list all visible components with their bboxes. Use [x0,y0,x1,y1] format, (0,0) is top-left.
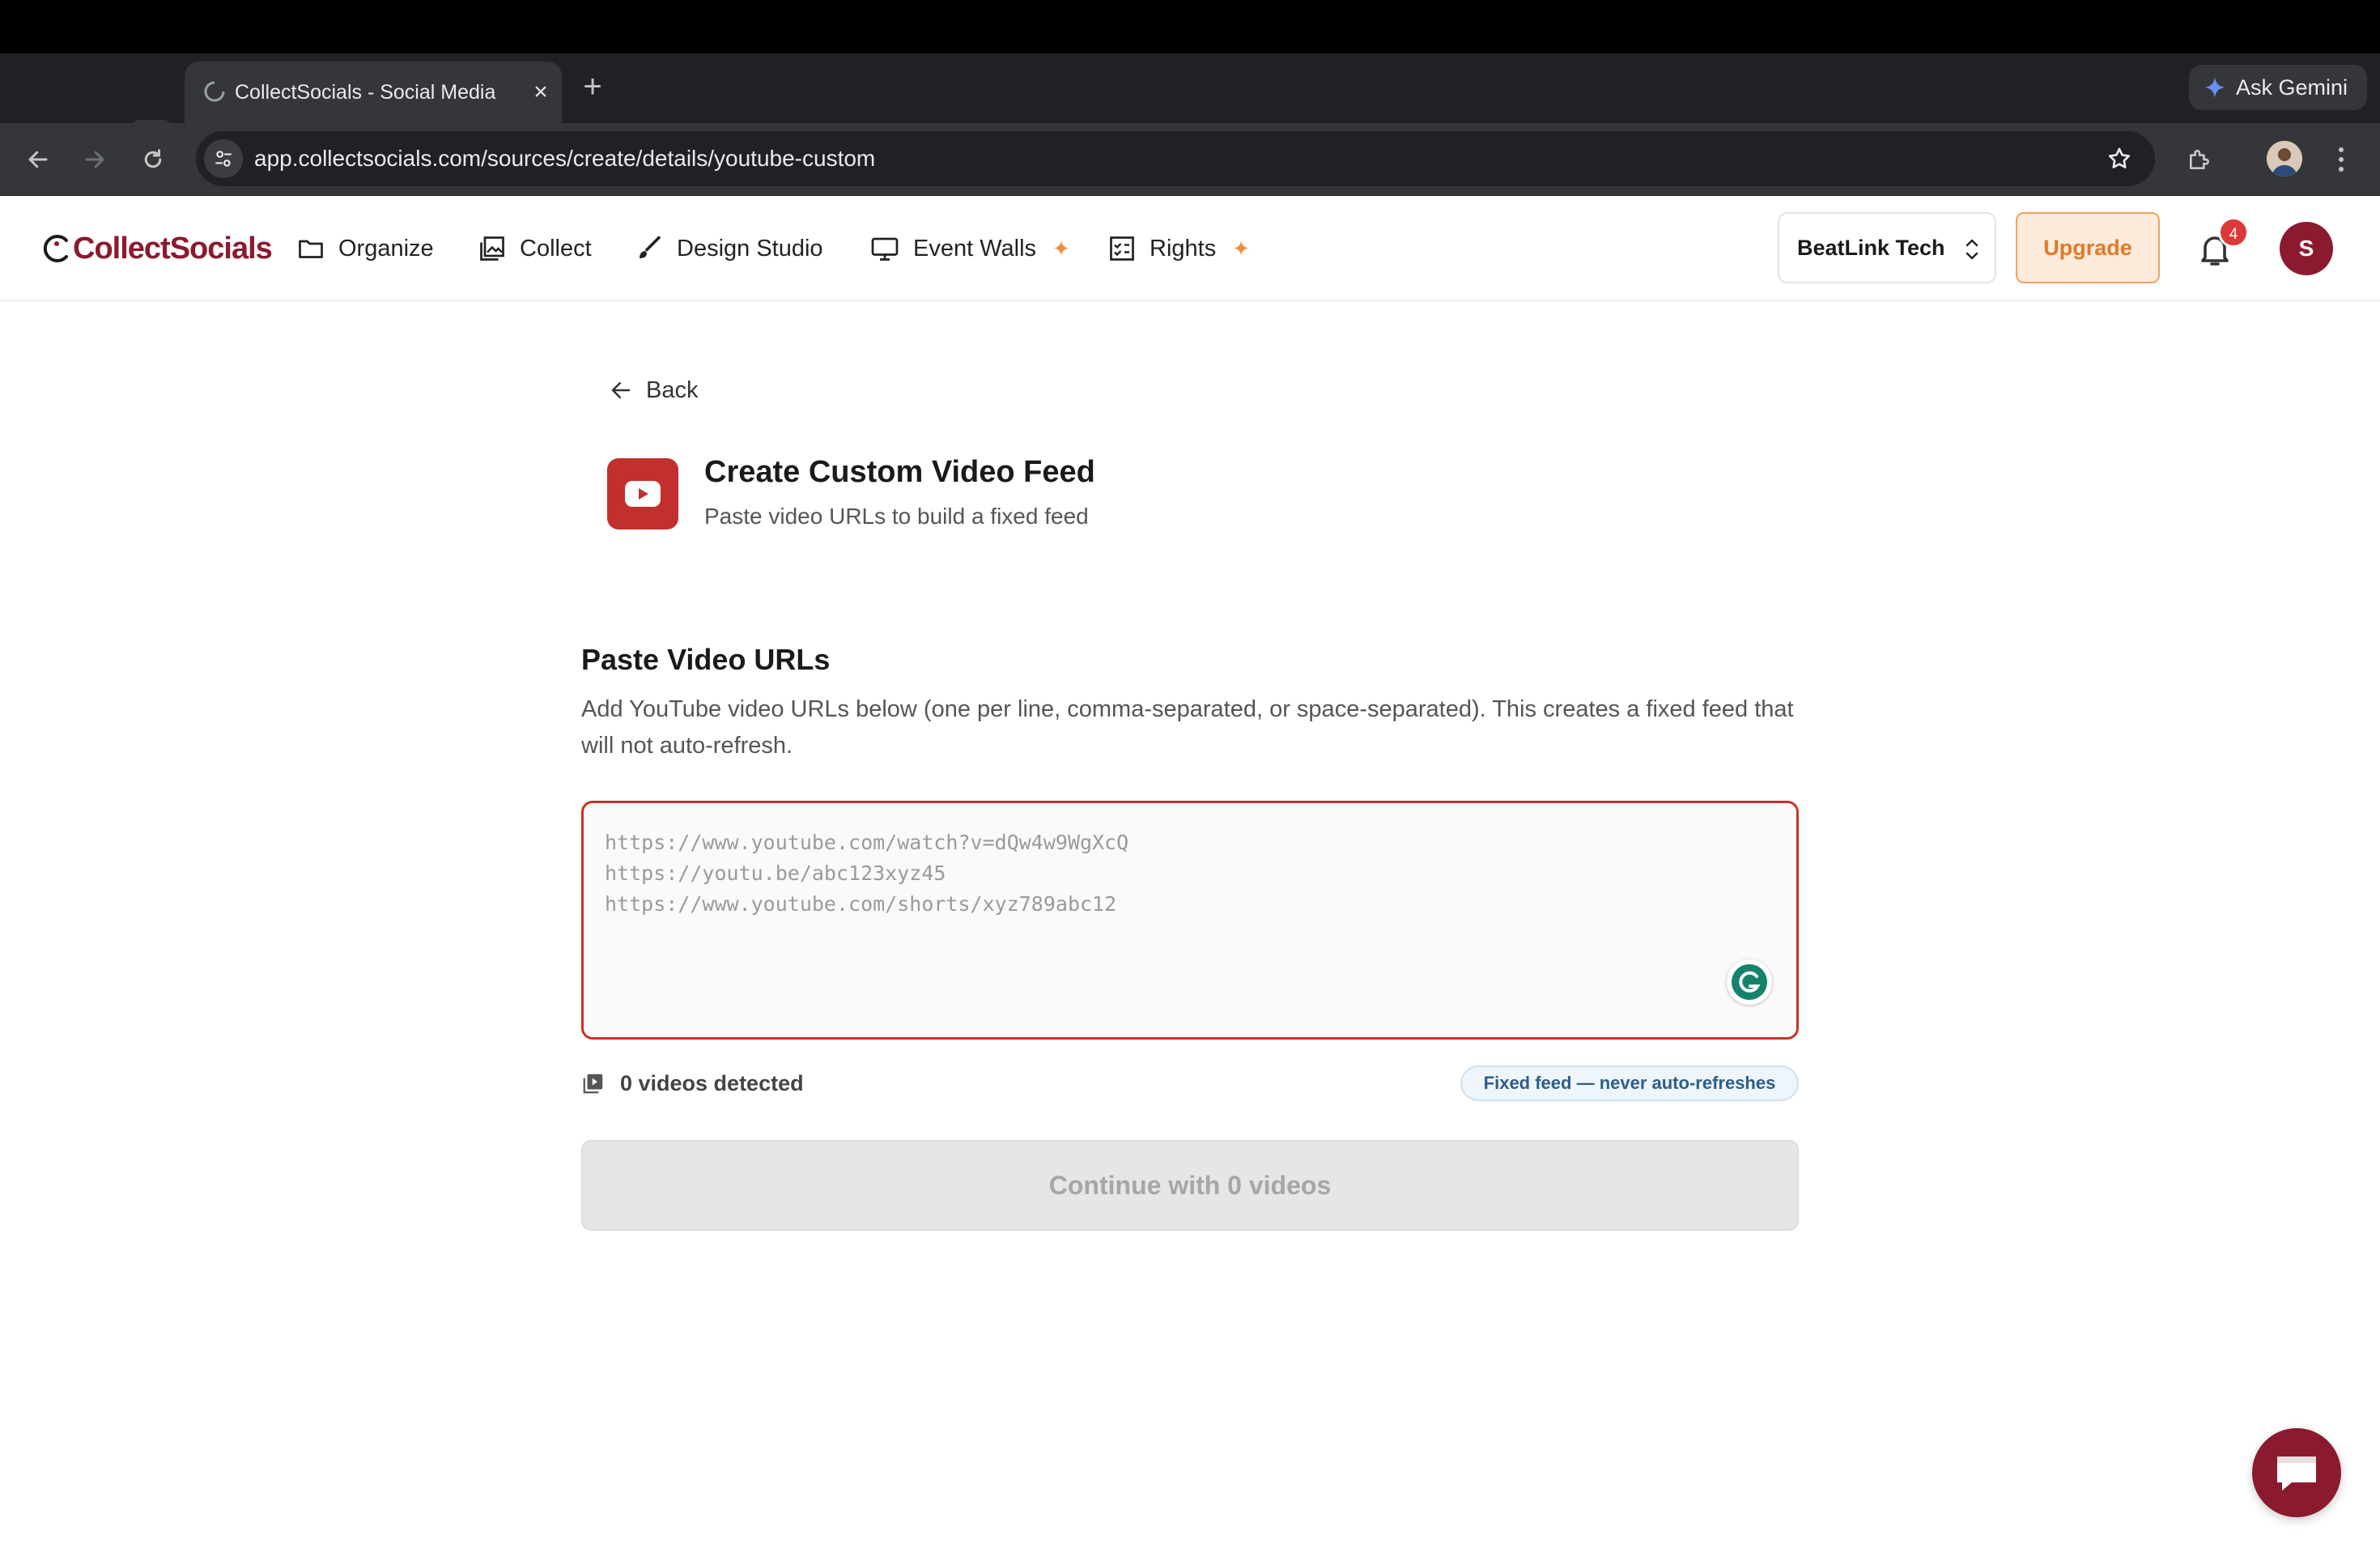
grammarly-icon [1732,964,1767,1000]
nav-organize-label: Organize [338,235,434,262]
nav-event-walls-label: Event Walls [913,235,1037,262]
tab-close-button[interactable]: × [525,76,557,108]
arrow-left-icon [611,382,631,398]
app-header: CollectSocials Organize Collect Design S… [0,196,2380,301]
puzzle-icon [2190,150,2209,169]
star-icon [2108,147,2131,168]
tab-title: CollectSocials - Social Media [235,81,496,104]
nav-collect[interactable]: Collect [478,228,592,269]
collectsocials-logo[interactable]: CollectSocials [40,228,273,269]
video-urls-textarea[interactable]: https://www.youtube.com/watch?v=dQw4w9Wg… [581,801,1799,1040]
user-avatar[interactable]: S [2280,222,2333,275]
fixed-feed-badge: Fixed feed — never auto-refreshes [1460,1065,1799,1101]
continue-button[interactable]: Continue with 0 videos [581,1140,1799,1231]
workspace-selector[interactable]: BeatLink Tech [1778,212,1996,283]
videos-detected-label: 0 videos detected [620,1070,804,1095]
nav-design-studio-label: Design Studio [677,235,823,262]
workspace-name: BeatLink Tech [1797,235,1945,260]
nav-rights[interactable]: Rights ✦ [1107,228,1250,269]
folder-icon [299,240,323,258]
logo-mark-icon [43,235,68,262]
browser-toolbar: app.collectsocials.com/sources/create/de… [0,123,2380,196]
browser-profile-avatar[interactable] [2267,141,2302,176]
ask-gemini-button[interactable]: Ask Gemini [2189,65,2367,110]
notification-count-badge: 4 [2218,217,2249,248]
brush-icon [640,236,661,258]
new-tab-button[interactable]: + [573,68,612,107]
nav-design-studio[interactable]: Design Studio [635,228,823,269]
monitor-icon [871,237,899,261]
ask-gemini-label: Ask Gemini [2236,74,2348,100]
nav-collect-label: Collect [520,235,592,262]
textarea-placeholder: https://www.youtube.com/watch?v=dQw4w9Wg… [605,831,1129,916]
logo-text: CollectSocials [73,231,273,266]
extensions-button[interactable] [2179,139,2220,180]
site-info-button[interactable] [204,139,243,178]
reload-icon [144,149,162,168]
os-menu-bar [0,0,2380,53]
checklist-icon [1110,236,1134,261]
gemini-sparkle-icon [2204,77,2225,98]
video-stack-icon [583,1074,603,1094]
sparkle-icon: ✦ [1232,236,1250,261]
upgrade-button[interactable]: Upgrade [2016,212,2160,283]
section-description: Add YouTube video URLs below (one per li… [581,696,1794,759]
youtube-icon [625,481,661,507]
page-subtitle: Paste video URLs to build a fixed feed [704,504,1089,529]
sparkle-icon: ✦ [1052,236,1070,261]
browser-tab-active[interactable]: CollectSocials - Social Media × [185,62,562,123]
nav-event-walls[interactable]: Event Walls ✦ [869,228,1070,269]
chevron-up-down-icon [1966,239,1978,260]
bookmark-button[interactable] [2103,142,2136,175]
page-title: Create Custom Video Feed [704,455,1095,489]
address-bar-url: app.collectsocials.com/sources/create/de… [254,146,876,171]
back-label: Back [646,376,699,403]
nav-rights-label: Rights [1150,235,1217,262]
section-title: Paste Video URLs [581,643,831,676]
loading-favicon-icon [204,81,225,102]
image-icon [480,236,504,261]
chat-bubble-icon [2277,1457,2316,1491]
tune-icon [215,151,232,167]
browser-forward-button[interactable] [74,139,115,180]
browser-back-button[interactable] [18,139,58,180]
youtube-feed-icon [607,458,678,529]
grammarly-button[interactable] [1727,959,1772,1005]
nav-organize[interactable]: Organize [296,228,434,269]
arrow-left-icon [28,151,48,168]
videos-detected-counter: 0 videos detected [581,1067,804,1099]
arrow-right-icon [85,151,104,168]
more-vertical-icon [2339,147,2344,172]
chat-support-button[interactable] [2252,1428,2341,1517]
address-bar[interactable]: app.collectsocials.com/sources/create/de… [196,131,2155,186]
back-link[interactable]: Back [609,374,698,406]
browser-reload-button[interactable] [133,139,173,180]
browser-menu-button[interactable] [2325,139,2357,180]
person-photo-icon [2267,141,2302,176]
